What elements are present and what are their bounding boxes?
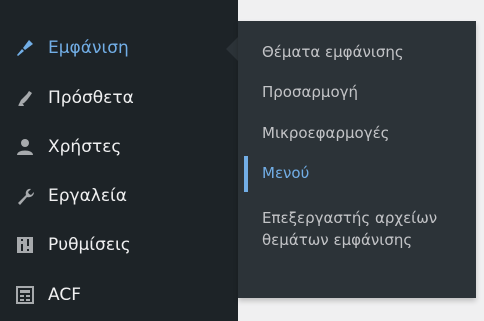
submenu-item-menus[interactable]: Μενού	[238, 156, 476, 192]
submenu-item-theme-file-editor[interactable]: Επεξεργαστής αρχείων θεμάτων εμφάνισης	[238, 207, 476, 279]
menu-label-users: Χρήστες	[48, 137, 122, 157]
menu-item-users[interactable]: Χρήστες	[0, 125, 238, 169]
admin-sidebar: Εμφάνιση Πρόσθετα Χρήστες Εργαλεία Ρυθμί…	[0, 0, 238, 321]
menu-item-tools[interactable]: Εργαλεία	[0, 174, 238, 218]
submenu-pointer-arrow	[226, 37, 238, 61]
menu-label-settings: Ρυθμίσεις	[48, 235, 131, 255]
submenu-label-menus: Μενού	[262, 164, 310, 182]
submenu-label-theme-file-editor: Επεξεργαστής αρχείων θεμάτων εμφάνισης	[262, 209, 438, 249]
menu-item-settings[interactable]: Ρυθμίσεις	[0, 223, 238, 267]
menu-item-plugins[interactable]: Πρόσθετα	[0, 76, 238, 120]
menu-item-acf[interactable]: ACF	[0, 273, 238, 317]
plugins-icon	[14, 87, 36, 109]
settings-icon	[14, 234, 36, 256]
menu-label-tools: Εργαλεία	[48, 186, 128, 206]
current-indicator-bar	[244, 156, 248, 192]
menu-item-appearance[interactable]: Εμφάνιση	[0, 26, 238, 70]
users-icon	[14, 136, 36, 158]
submenu-label-widgets: Μικροεφαρμογές	[262, 124, 390, 142]
menu-label-plugins: Πρόσθετα	[48, 88, 134, 108]
paintbrush-icon	[14, 37, 36, 59]
wrench-icon	[14, 185, 36, 207]
submenu-item-widgets[interactable]: Μικροεφαρμογές	[238, 122, 476, 146]
appearance-submenu: Θέματα εμφάνισης Προσαρμογή Μικροεφαρμογ…	[238, 21, 476, 298]
menu-label-acf: ACF	[48, 285, 81, 305]
acf-icon	[14, 284, 36, 306]
submenu-item-themes[interactable]: Θέματα εμφάνισης	[238, 41, 476, 65]
submenu-label-customize: Προσαρμογή	[262, 83, 358, 101]
menu-label-appearance: Εμφάνιση	[48, 38, 129, 58]
submenu-item-customize[interactable]: Προσαρμογή	[238, 81, 476, 105]
submenu-label-themes: Θέματα εμφάνισης	[262, 43, 404, 61]
